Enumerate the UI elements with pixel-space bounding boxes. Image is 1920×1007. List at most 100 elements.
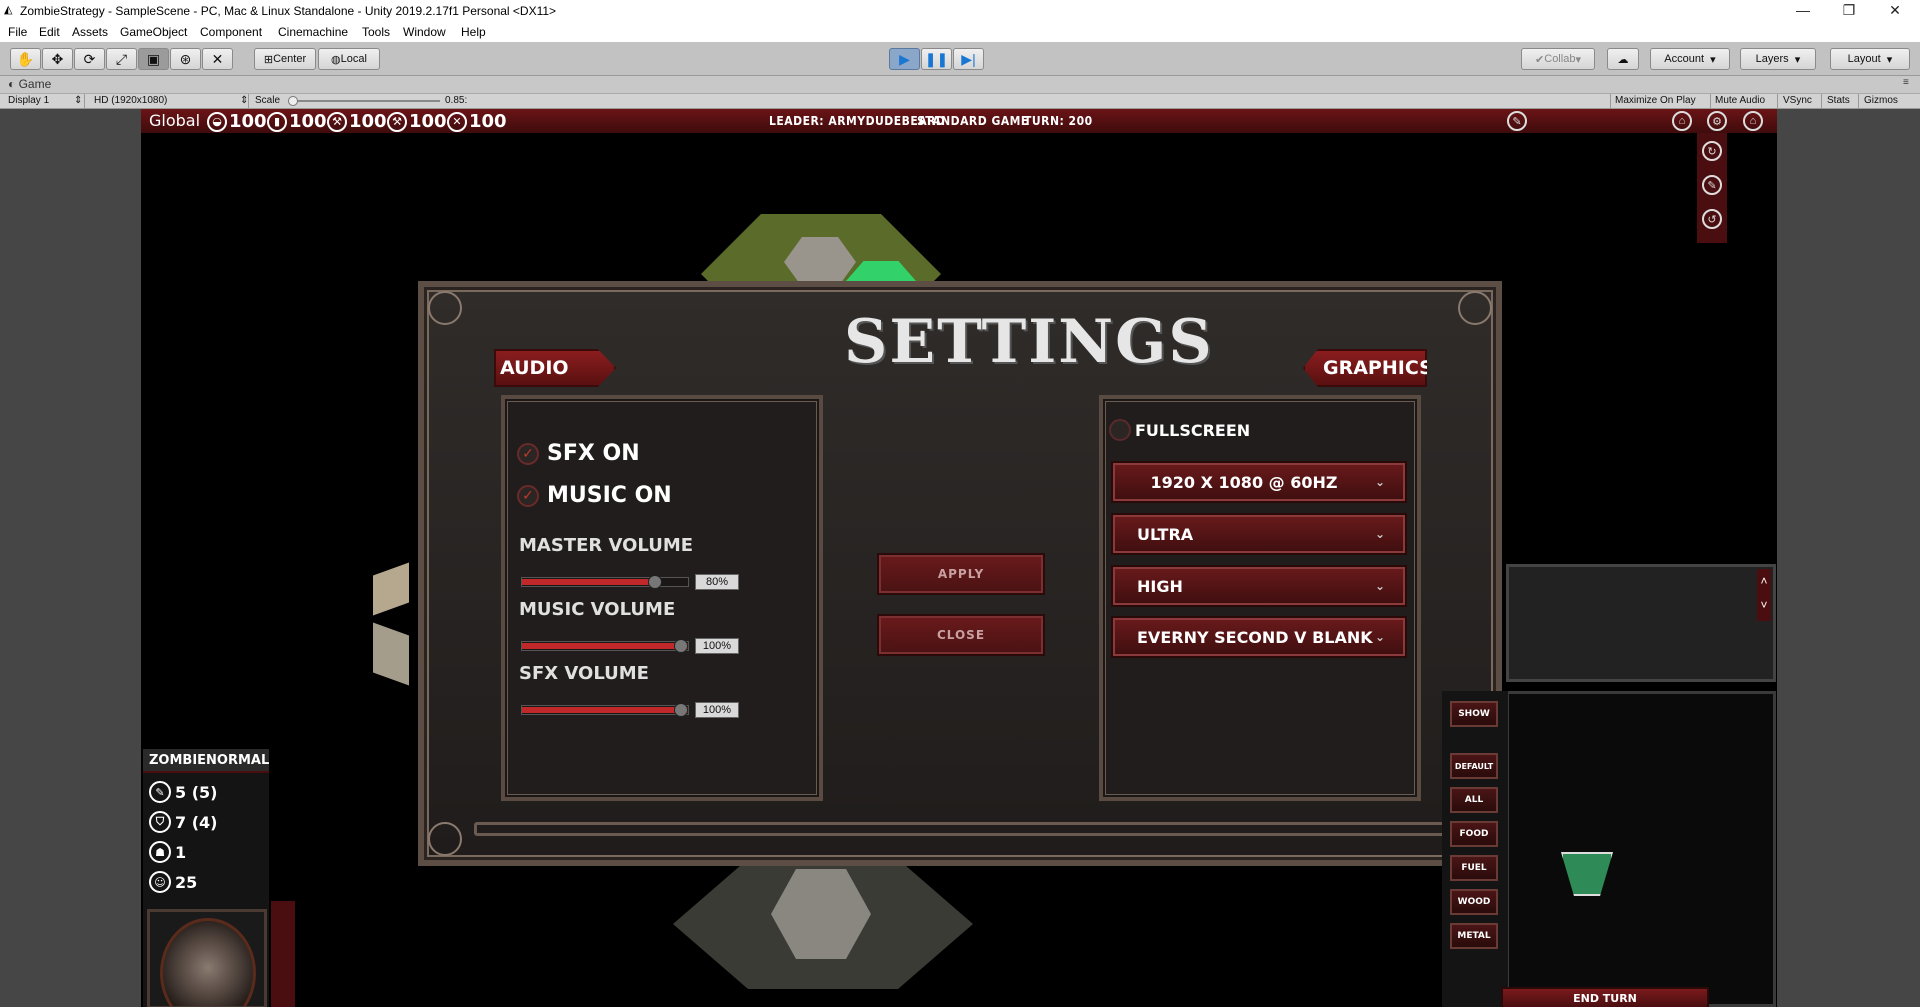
settings-dialog: SETTINGS AUDIO GRAPHICS ✓ SFX ON ✓ MUSIC O… xyxy=(418,281,1502,866)
wrench-icon[interactable]: ✎ xyxy=(1702,175,1722,195)
resource-food-value: 100 xyxy=(229,111,267,132)
collab-button[interactable]: ✔ Collab ▾ xyxy=(1521,48,1595,70)
menu-cinemachine[interactable]: Cinemachine xyxy=(278,25,348,39)
resource-fuel-value: 100 xyxy=(289,111,327,132)
menu-assets[interactable]: Assets xyxy=(72,25,108,39)
menu-help[interactable]: Help xyxy=(461,25,486,39)
menu-edit[interactable]: Edit xyxy=(39,25,60,39)
rotate-tool-icon[interactable]: ⟳ xyxy=(74,48,105,70)
pivot-center-button[interactable]: ⊞ Center xyxy=(254,48,316,70)
layout-dropdown[interactable]: Layout ▾ xyxy=(1830,48,1910,70)
metal-button[interactable]: METAL xyxy=(1450,923,1498,949)
separator xyxy=(1821,94,1822,109)
hud-side-menu: ↻ ✎ ↺ xyxy=(1697,133,1727,243)
unit-attack: ✎ 5 (5) xyxy=(149,781,217,803)
scroll-up-button[interactable]: ˄ xyxy=(1757,569,1771,593)
music-on-toggle[interactable]: ✓ MUSIC ON xyxy=(517,483,672,508)
scale-slider-track[interactable] xyxy=(290,100,440,102)
minimap-panel[interactable] xyxy=(1506,691,1776,1007)
game-tab[interactable]: ◐ Game xyxy=(8,77,51,91)
scrollbar[interactable]: ˄ ˅ xyxy=(1757,569,1771,621)
fuel-button[interactable]: FUEL xyxy=(1450,855,1498,881)
sfx-volume-value: 100% xyxy=(695,702,739,718)
music-volume-slider[interactable] xyxy=(521,639,689,653)
home-icon[interactable]: ⌂ xyxy=(1743,111,1763,131)
texture-value: HIGH xyxy=(1137,576,1183,596)
separator xyxy=(248,94,249,109)
apply-button[interactable]: APPLY xyxy=(877,553,1045,595)
vsync-value: EVERNY SECOND V BLANK xyxy=(1137,627,1373,647)
resolution-dropdown[interactable]: HD (1920x1080) xyxy=(94,95,167,106)
scale-tool-icon[interactable]: ⤢ xyxy=(106,48,137,70)
sfx-volume-label: SFX VOLUME xyxy=(519,663,649,684)
pause-button[interactable]: ❚❚ xyxy=(921,48,952,70)
graphics-tab[interactable]: GRAPHICS xyxy=(1303,349,1427,387)
menu-component[interactable]: Component xyxy=(200,25,262,39)
wood-button[interactable]: WOOD xyxy=(1450,889,1498,915)
quality-dropdown[interactable]: ULTRA ⌄ xyxy=(1111,513,1407,555)
scale-slider-knob[interactable] xyxy=(288,96,298,106)
maximize-button[interactable]: ❐ xyxy=(1826,0,1872,22)
maximize-on-play-toggle[interactable]: Maximize On Play xyxy=(1615,95,1696,106)
master-volume-knob[interactable] xyxy=(647,575,662,589)
sfx-volume-knob[interactable] xyxy=(674,703,688,717)
stats-toggle[interactable]: Stats xyxy=(1827,95,1850,106)
hand-tool-icon[interactable]: ✋ xyxy=(10,48,41,70)
resolution-dropdown[interactable]: 1920 X 1080 @ 60HZ ⌄ xyxy=(1111,461,1407,503)
food-button[interactable]: FOOD xyxy=(1450,821,1498,847)
close-settings-button[interactable]: CLOSE xyxy=(877,614,1045,656)
menu-window[interactable]: Window xyxy=(403,25,446,39)
menu-gameobject[interactable]: GameObject xyxy=(120,25,187,39)
pivot-local-button[interactable]: ◍ Local xyxy=(318,48,380,70)
show-button[interactable]: SHOW xyxy=(1450,701,1498,727)
rect-tool-icon[interactable]: ▣ xyxy=(138,48,169,70)
building-tile xyxy=(373,622,409,686)
gizmos-dropdown[interactable]: Gizmos xyxy=(1864,95,1898,106)
close-button[interactable]: ✕ xyxy=(1872,0,1918,22)
play-button[interactable]: ▶ xyxy=(889,48,920,70)
vsync-dropdown[interactable]: EVERNY SECOND V BLANK ⌄ xyxy=(1111,616,1407,658)
texture-dropdown[interactable]: HIGH ⌄ xyxy=(1111,565,1407,607)
resource-wood-value: 100 xyxy=(349,111,387,132)
sfx-volume-slider[interactable] xyxy=(521,703,689,717)
menu-file[interactable]: File xyxy=(8,25,27,39)
unit-defense: ⛉ 7 (4) xyxy=(149,811,217,833)
refresh-icon[interactable]: ↻ xyxy=(1702,141,1722,161)
resolution-value: 1920 X 1080 @ 60HZ xyxy=(1150,472,1338,492)
game-canvas[interactable]: Global ◒ 100 ▮ 100 ⚒ 100 ⚒ 100 ✕ 100 LEADER: … xyxy=(141,109,1777,1007)
check-icon: ✔ xyxy=(1535,53,1545,66)
display-dropdown[interactable]: Display 1 xyxy=(8,95,49,106)
menu-tools[interactable]: Tools xyxy=(362,25,390,39)
audio-tab[interactable]: AUDIO xyxy=(494,349,616,387)
gear-icon[interactable]: ⚙ xyxy=(1707,111,1727,131)
cycle-icon[interactable]: ↺ xyxy=(1702,209,1722,229)
music-volume-knob[interactable] xyxy=(674,639,688,653)
transform-tool-icon[interactable]: ⊛ xyxy=(170,48,201,70)
all-button[interactable]: ALL xyxy=(1450,787,1498,813)
minimap-icon xyxy=(1561,852,1613,896)
master-volume-slider[interactable] xyxy=(521,575,689,589)
turn-text: TURN: 200 xyxy=(1024,114,1093,128)
wrench-icon[interactable]: ✎ xyxy=(1507,111,1527,131)
minimize-button[interactable]: — xyxy=(1780,0,1826,22)
step-button[interactable]: ▶| xyxy=(953,48,984,70)
sfx-on-toggle[interactable]: ✓ SFX ON xyxy=(517,441,640,466)
custom-tool-icon[interactable]: ✕ xyxy=(202,48,233,70)
account-dropdown[interactable]: Account ▾ xyxy=(1650,48,1730,70)
scroll-down-button[interactable]: ˅ xyxy=(1757,593,1771,617)
fullscreen-label: FULLSCREEN xyxy=(1135,420,1251,440)
move-tool-icon[interactable]: ✥ xyxy=(42,48,73,70)
mute-audio-toggle[interactable]: Mute Audio xyxy=(1715,95,1765,106)
cloud-icon[interactable]: ☁ xyxy=(1607,48,1639,70)
city-icon[interactable]: ⌂ xyxy=(1672,111,1692,131)
default-button[interactable]: DEFAULT xyxy=(1450,753,1498,779)
check-icon: ✓ xyxy=(517,484,539,507)
menu-icon[interactable]: ≡ xyxy=(1903,77,1909,88)
game-icon: ◐ xyxy=(8,77,19,91)
vsync-toggle[interactable]: VSync xyxy=(1783,95,1812,106)
layers-dropdown[interactable]: Layers ▾ xyxy=(1740,48,1816,70)
quality-value: ULTRA xyxy=(1137,524,1194,544)
end-turn-button[interactable]: END TURN xyxy=(1501,987,1709,1007)
fullscreen-toggle[interactable]: FULLSCREEN xyxy=(1109,419,1250,441)
audio-panel: ✓ SFX ON ✓ MUSIC ON MASTER VOLUME 80% MUSI… xyxy=(501,395,823,801)
